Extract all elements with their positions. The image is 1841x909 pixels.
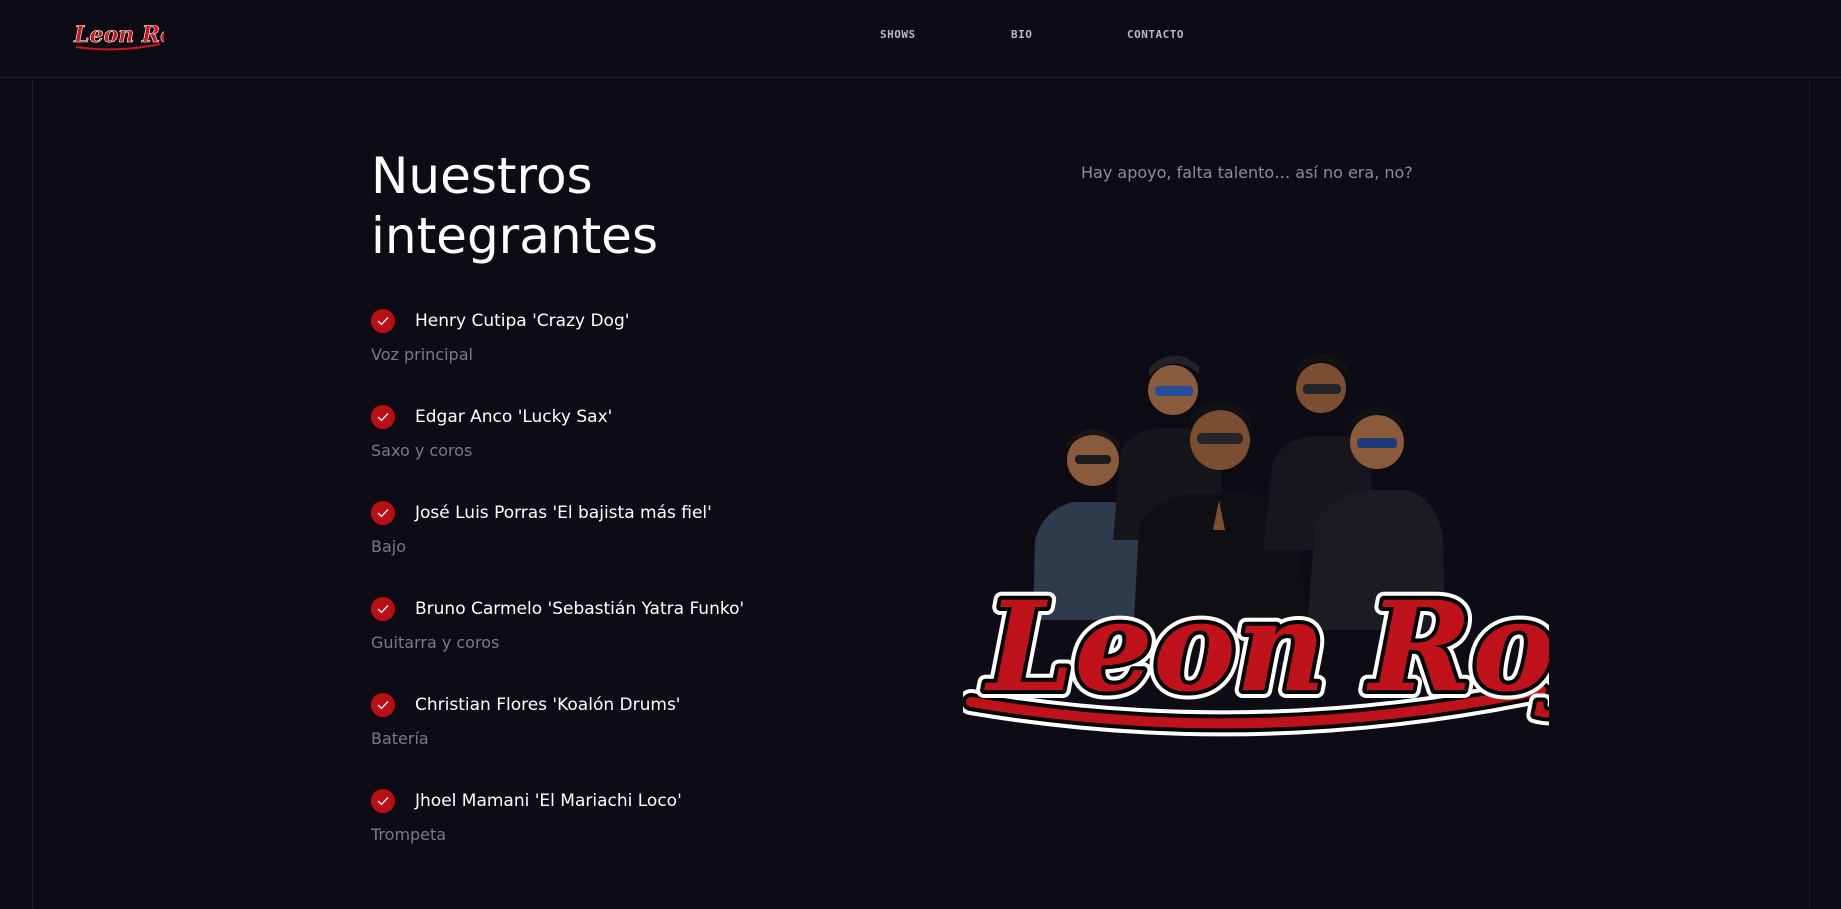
member-item: Henry Cutipa 'Crazy Dog' Voz principal [371,309,891,405]
member-role: Trompeta [371,825,447,844]
member-item: Jhoel Mamani 'El Mariachi Loco' Trompeta [371,789,891,885]
member-role: Guitarra y coros [371,633,500,652]
member-role: Voz principal [371,345,473,364]
member-item: Bruno Carmelo 'Sebastián Yatra Funko' Gu… [371,597,891,693]
member-item: Christian Flores 'Koalón Drums' Batería [371,693,891,789]
check-icon [371,693,395,717]
check-icon [371,501,395,525]
navbar: Leon Rojo SHOWS BIO CONTACTO [0,0,1841,78]
member-name: Jhoel Mamani 'El Mariachi Loco' [415,791,682,811]
check-icon [371,405,395,429]
member-name: Edgar Anco 'Lucky Sax' [415,407,613,427]
member-name: Henry Cutipa 'Crazy Dog' [415,311,630,331]
member-role: Saxo y coros [371,441,473,460]
member-name: Christian Flores 'Koalón Drums' [415,695,681,715]
member-name: José Luis Porras 'El bajista más fiel' [415,503,712,523]
member-role: Bajo [371,537,407,556]
nav-contacto[interactable]: CONTACTO [1127,28,1217,41]
brand-logo[interactable]: Leon Rojo [72,20,198,52]
member-role: Batería [371,729,429,748]
member-name: Bruno Carmelo 'Sebastián Yatra Funko' [415,599,745,619]
band-photo: Leon Rojo Leon Rojo Leon Rojo [958,330,1690,750]
members-list: Henry Cutipa 'Crazy Dog' Voz principal E… [371,309,891,885]
section-tagline: Hay apoyo, falta talento… así no era, no… [1081,163,1413,182]
band-logo: Leon Rojo Leon Rojo Leon Rojo [958,567,1690,737]
nav-bio[interactable]: BIO [1011,28,1127,41]
member-item: Edgar Anco 'Lucky Sax' Saxo y coros [371,405,891,501]
section-title: Nuestros integrantes [371,147,658,265]
check-icon [371,597,395,621]
check-icon [371,309,395,333]
main-nav: SHOWS BIO CONTACTO [880,28,1217,41]
logo-lettering: Leon Rojo [73,22,164,48]
member-item: José Luis Porras 'El bajista más fiel' B… [371,501,891,597]
svg-text:Leon Rojo: Leon Rojo [984,575,1549,720]
nav-shows[interactable]: SHOWS [880,28,1011,41]
check-icon [371,789,395,813]
